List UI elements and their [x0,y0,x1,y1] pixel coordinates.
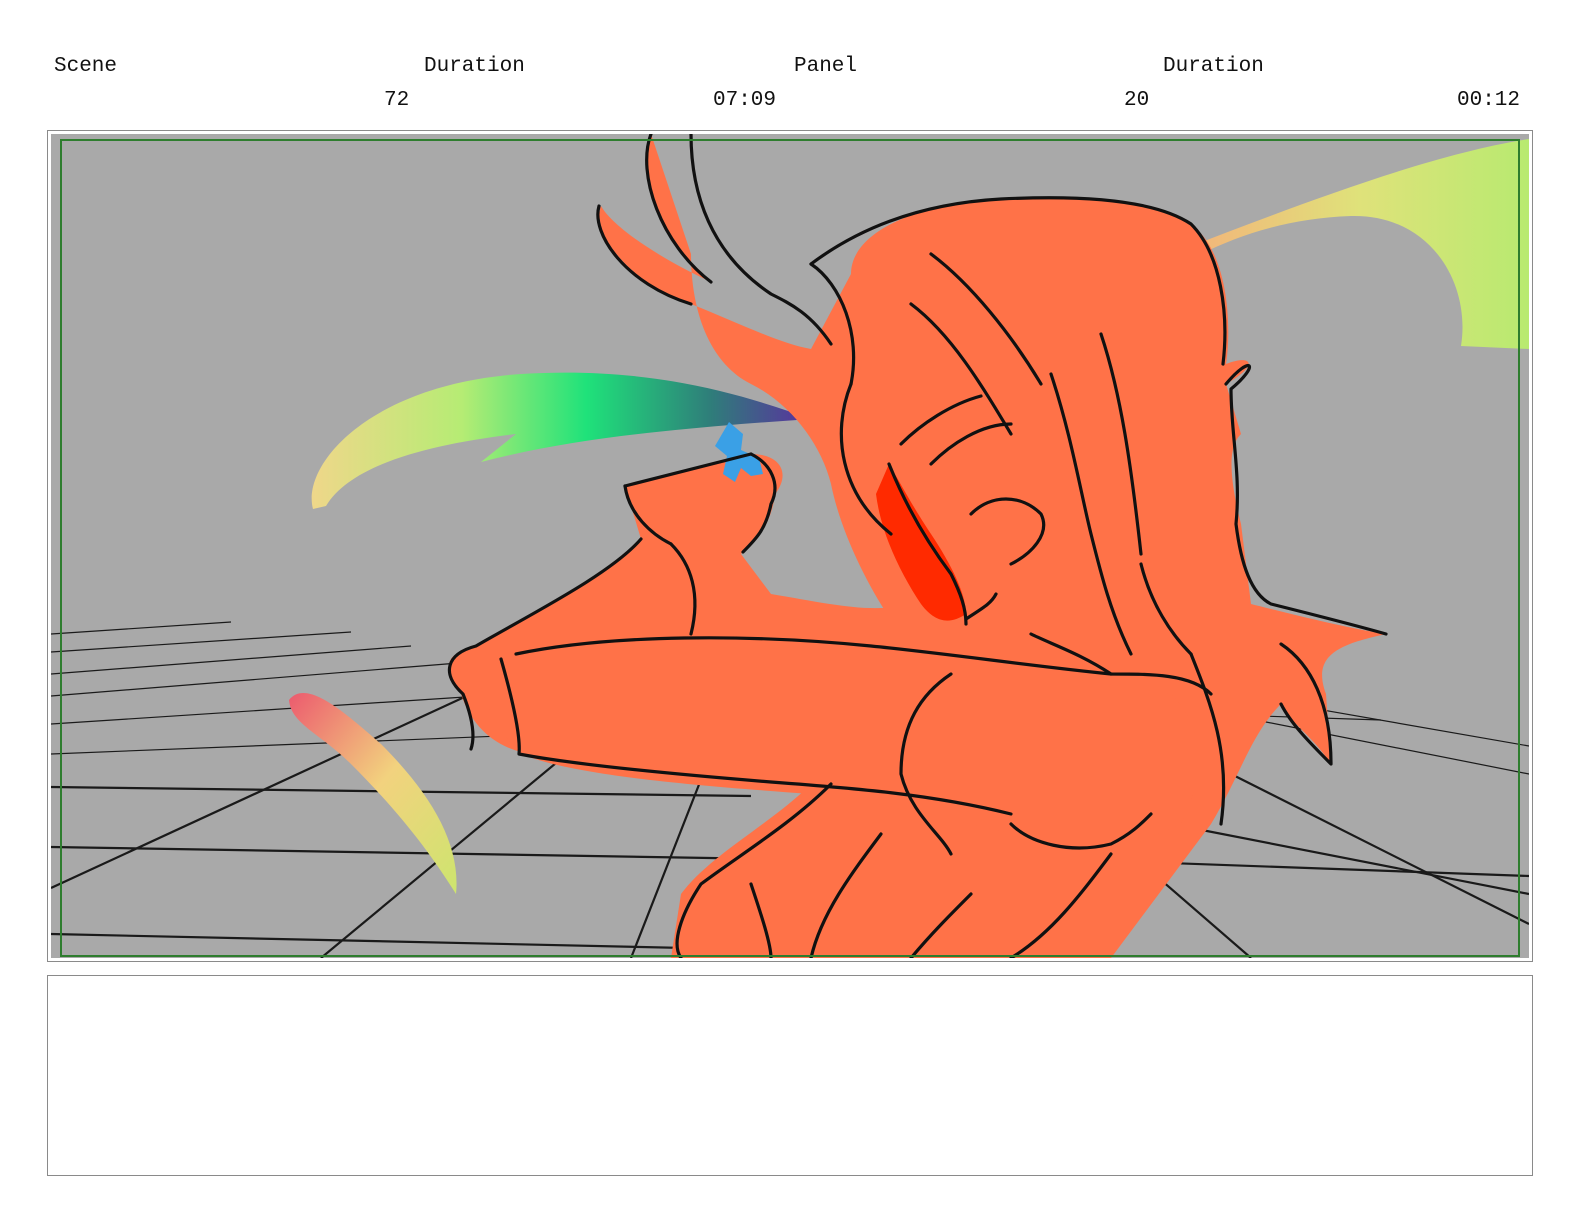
panel-duration-value: 00:12 [1456,89,1520,112]
panel-notes-box[interactable] [47,975,1533,1176]
scene-label: Scene [54,55,118,78]
panel-number: 20 [1124,89,1150,112]
scene-number: 72 [384,89,410,112]
scene-duration-value: 07:09 [713,89,777,112]
panel-duration-label: Duration [1163,55,1264,78]
panel-label: Panel [794,55,858,78]
panel-frame[interactable] [47,130,1533,962]
scene-duration-label: Duration [424,55,525,78]
storyboard-drawing [51,134,1529,958]
